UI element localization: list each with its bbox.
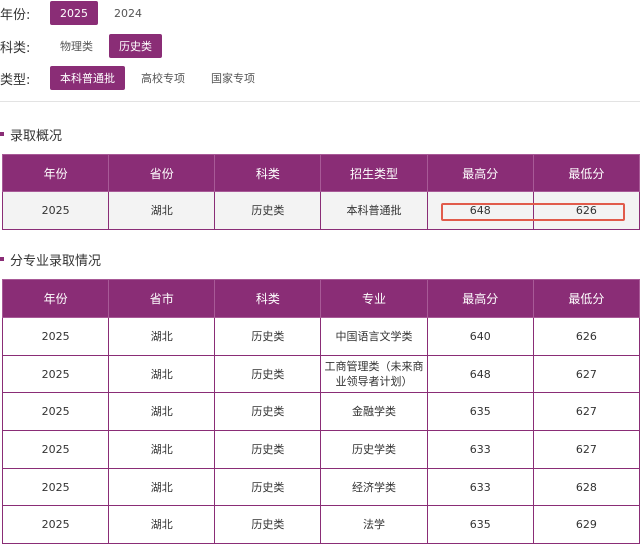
cell-category: 历史类 <box>214 392 322 432</box>
cell-major: 工商管理类（未来商业领导者计划） <box>320 354 428 394</box>
cell-year: 2025 <box>1 354 110 394</box>
cell-category: 历史类 <box>214 191 322 230</box>
cell-min-score: 627 <box>532 430 640 469</box>
major-table: 年份 省市 科类 专业 最高分 最低分 2025 湖北 历史类 中国语言文学类 … <box>1 279 640 544</box>
header-max-score: 最高分 <box>426 154 534 192</box>
cell-max-score: 648 <box>426 354 534 394</box>
cell-province: 湖北 <box>108 392 216 432</box>
section-title-majors: 分专业录取情况 <box>0 249 101 269</box>
cell-major: 金融学类 <box>320 392 428 432</box>
chip-year-2024[interactable]: 2024 <box>104 1 152 25</box>
cell-year: 2025 <box>1 191 110 230</box>
table-row: 2025 湖北 历史类 法学 635 629 <box>1 505 640 544</box>
cell-major: 经济学类 <box>320 467 428 507</box>
header-max-score: 最高分 <box>426 279 534 318</box>
chip-type-university-special[interactable]: 高校专项 <box>131 66 195 90</box>
cell-province: 湖北 <box>108 505 216 544</box>
chip-year-2025[interactable]: 2025 <box>50 1 98 25</box>
cell-min-score: 627 <box>532 392 640 432</box>
cell-max-score: 635 <box>426 392 534 432</box>
cell-province: 湖北 <box>108 317 216 356</box>
filter-row-category: 科类: 物理类 历史类 <box>0 34 168 58</box>
header-year: 年份 <box>1 279 110 318</box>
cell-category: 历史类 <box>214 505 322 544</box>
header-province: 省市 <box>108 279 216 318</box>
table-row: 2025 湖北 历史类 历史学类 633 627 <box>1 430 640 469</box>
header-year: 年份 <box>1 154 110 192</box>
header-major: 专业 <box>320 279 428 318</box>
cell-min-score: 627 <box>532 354 640 394</box>
cell-major: 中国语言文学类 <box>320 317 428 356</box>
cell-province: 湖北 <box>108 430 216 469</box>
cell-major: 历史学类 <box>320 430 428 469</box>
table-row: 2025 湖北 历史类 经济学类 633 628 <box>1 467 640 507</box>
cell-max-score: 633 <box>426 430 534 469</box>
cell-category: 历史类 <box>214 317 322 356</box>
bullet-icon <box>0 132 4 136</box>
cell-year: 2025 <box>1 392 110 432</box>
chip-type-regular[interactable]: 本科普通批 <box>50 66 125 90</box>
cell-min-score: 626 <box>532 191 640 230</box>
cell-category: 历史类 <box>214 430 322 469</box>
cell-min-score: 629 <box>532 505 640 544</box>
table-row: 2025 湖北 历史类 本科普通批 648 626 <box>1 191 640 230</box>
overview-title: 录取概况 <box>10 128 63 144</box>
majors-title: 分专业录取情况 <box>10 253 102 269</box>
chip-category-physics[interactable]: 物理类 <box>50 34 103 58</box>
overview-header-row: 年份 省份 科类 招生类型 最高分 最低分 <box>1 154 640 192</box>
filter-row-type: 类型: 本科普通批 高校专项 国家专项 <box>0 66 271 90</box>
bullet-icon <box>0 257 4 261</box>
header-min-score: 最低分 <box>532 154 640 192</box>
table-row: 2025 湖北 历史类 工商管理类（未来商业领导者计划） 648 627 <box>1 354 640 394</box>
cell-year: 2025 <box>1 317 110 356</box>
cell-province: 湖北 <box>108 191 216 230</box>
header-category: 科类 <box>214 154 322 192</box>
chip-category-history[interactable]: 历史类 <box>109 34 162 58</box>
section-title-overview: 录取概况 <box>0 124 62 144</box>
cell-year: 2025 <box>1 467 110 507</box>
header-admission-type: 招生类型 <box>320 154 428 192</box>
cell-year: 2025 <box>1 505 110 544</box>
filter-label-year: 年份: <box>0 7 31 23</box>
header-category: 科类 <box>214 279 322 318</box>
cell-max-score: 633 <box>426 467 534 507</box>
table-row: 2025 湖北 历史类 金融学类 635 627 <box>1 392 640 432</box>
filter-label-type: 类型: <box>0 72 31 88</box>
major-header-row: 年份 省市 科类 专业 最高分 最低分 <box>1 279 640 318</box>
cell-max-score: 635 <box>426 505 534 544</box>
filter-row-year: 年份: 2025 2024 <box>0 1 158 25</box>
cell-admission-type: 本科普通批 <box>320 191 428 230</box>
cell-category: 历史类 <box>214 354 322 394</box>
header-province: 省份 <box>108 154 216 192</box>
table-row: 2025 湖北 历史类 中国语言文学类 640 626 <box>1 317 640 356</box>
cell-year: 2025 <box>1 430 110 469</box>
cell-min-score: 628 <box>532 467 640 507</box>
cell-province: 湖北 <box>108 467 216 507</box>
cell-max-score: 640 <box>426 317 534 356</box>
overview-table: 年份 省份 科类 招生类型 最高分 最低分 2025 湖北 历史类 本科普通批 … <box>1 154 640 230</box>
divider <box>0 101 640 102</box>
header-min-score: 最低分 <box>532 279 640 318</box>
cell-category: 历史类 <box>214 467 322 507</box>
cell-major: 法学 <box>320 505 428 544</box>
cell-province: 湖北 <box>108 354 216 394</box>
cell-min-score: 626 <box>532 317 640 356</box>
chip-type-national-special[interactable]: 国家专项 <box>201 66 265 90</box>
cell-max-score: 648 <box>426 191 534 230</box>
filter-label-category: 科类: <box>0 40 31 56</box>
